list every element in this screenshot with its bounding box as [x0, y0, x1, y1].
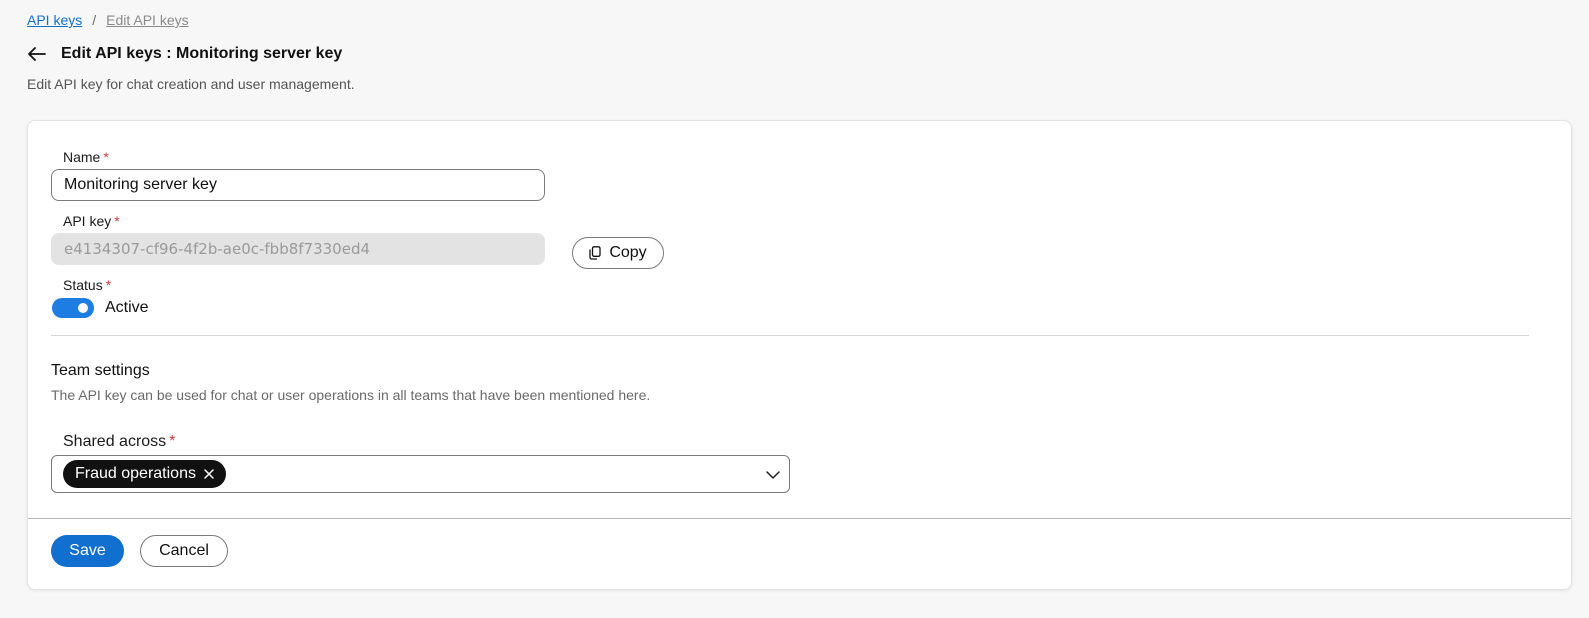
- back-button[interactable]: [27, 44, 47, 64]
- api-key-label-text: API key: [63, 213, 112, 229]
- footer-divider: [28, 518, 1571, 519]
- required-mark: *: [114, 213, 120, 229]
- save-button[interactable]: Save: [51, 535, 124, 567]
- page-header: Edit API keys : Monitoring server key: [27, 44, 342, 64]
- edit-api-key-card: Name* API key* e4134307-cf96-4f2b-ae0c-f…: [27, 120, 1572, 590]
- name-input[interactable]: [51, 169, 545, 201]
- team-settings-description: The API key can be used for chat or user…: [51, 387, 651, 403]
- status-toggle[interactable]: [52, 298, 94, 318]
- team-chip: Fraud operations: [63, 460, 226, 488]
- status-label-text: Status: [63, 277, 103, 293]
- copy-button-label: Copy: [609, 244, 647, 261]
- breadcrumb: API keys / Edit API keys: [27, 12, 189, 28]
- toggle-knob: [78, 303, 88, 313]
- breadcrumb-separator: /: [92, 12, 97, 28]
- page-title: Edit API keys : Monitoring server key: [61, 45, 343, 62]
- team-chip-label: Fraud operations: [75, 465, 196, 482]
- api-key-label: API key *: [63, 213, 120, 229]
- chevron-down-icon[interactable]: [765, 467, 781, 483]
- shared-across-label: Shared across *: [63, 433, 175, 451]
- status-toggle-label: Active: [105, 299, 149, 316]
- required-mark: *: [105, 277, 112, 293]
- team-settings-title: Team settings: [51, 362, 150, 379]
- name-label: Name *: [63, 149, 109, 165]
- copy-button[interactable]: Copy: [572, 237, 664, 269]
- close-icon: [204, 469, 214, 479]
- status-label: Status *: [63, 277, 111, 293]
- breadcrumb-link-api-keys[interactable]: API keys: [27, 12, 82, 28]
- required-mark: *: [103, 149, 109, 165]
- copy-icon: [589, 246, 601, 260]
- api-key-field: e4134307-cf96-4f2b-ae0c-fbb8f7330ed4: [51, 233, 545, 265]
- shared-across-label-text: Shared across: [63, 433, 167, 450]
- required-mark: *: [169, 433, 176, 450]
- page-description: Edit API key for chat creation and user …: [27, 76, 355, 92]
- cancel-button[interactable]: Cancel: [140, 535, 228, 567]
- name-label-text: Name: [63, 149, 101, 165]
- shared-across-select[interactable]: Fraud operations: [51, 455, 790, 493]
- arrow-left-icon: [28, 47, 46, 61]
- breadcrumb-current: Edit API keys: [106, 12, 189, 28]
- section-divider: [51, 335, 1529, 336]
- remove-chip-button[interactable]: [204, 469, 214, 479]
